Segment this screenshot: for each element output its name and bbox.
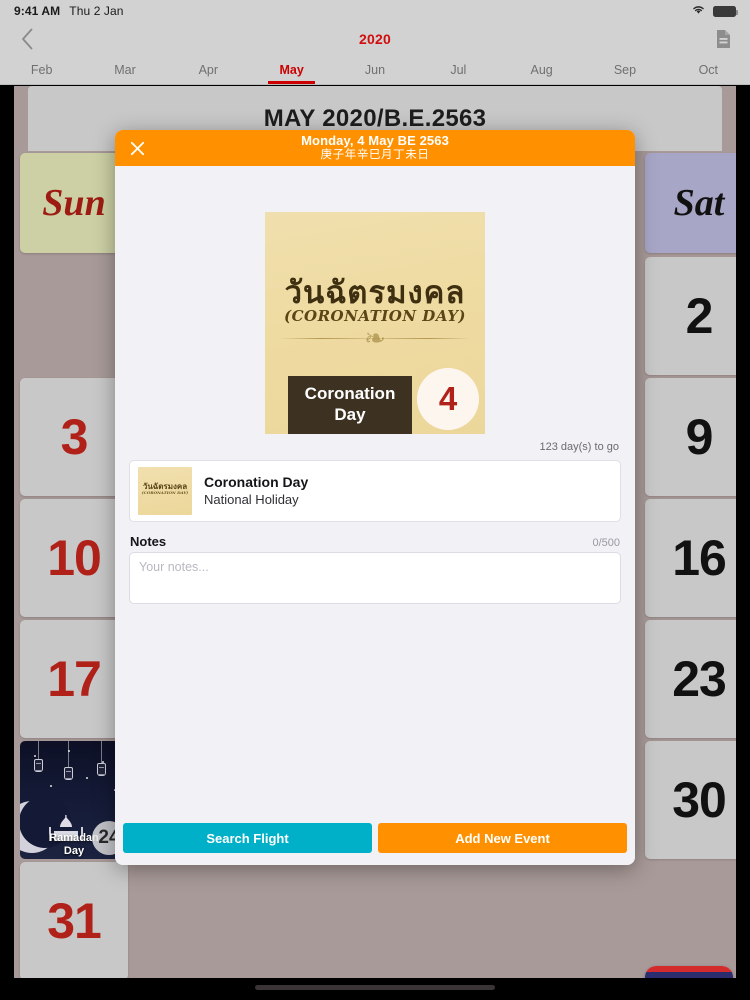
back-button[interactable] (14, 26, 40, 52)
month-tab-sep[interactable]: Sep (583, 55, 666, 84)
day-cell-sun-24-ramadan[interactable]: Ramadan Day 24 (20, 741, 128, 859)
month-tab-apr[interactable]: Apr (167, 55, 250, 84)
modal-date-gregorian: Monday, 4 May BE 2563 (301, 133, 449, 149)
hero-label: Coronation Day (288, 376, 412, 434)
event-detail-modal: Monday, 4 May BE 2563 庚子年辛巳月丁未日 วันฉัตรม… (115, 130, 635, 865)
event-meta: Coronation Day National Holiday (204, 473, 308, 509)
day-number: 31 (47, 893, 102, 949)
event-hero-image[interactable]: วันฉัตรมงคล (CORONATION DAY) ❧ Coronatio… (265, 212, 485, 434)
month-tab-may[interactable]: May (250, 55, 333, 84)
day-number: 2 (685, 288, 714, 344)
day-cell-sun-17[interactable]: 17 (20, 620, 128, 738)
day-number: 3 (60, 409, 89, 465)
lantern-icon (97, 763, 106, 776)
event-thumbnail: วันฉัตรมงคล (CORONATION DAY) (138, 467, 192, 515)
day-cell-sun-31[interactable]: 31 (20, 862, 128, 978)
modal-body: วันฉัตรมงคล (CORONATION DAY) ❧ Coronatio… (115, 166, 635, 815)
close-icon[interactable] (124, 135, 150, 161)
hero-divider (279, 338, 471, 339)
month-tab-jun[interactable]: Jun (333, 55, 416, 84)
add-new-event-button[interactable]: Add New Event (378, 823, 627, 853)
day-cell-sun-3[interactable]: 3 (20, 378, 128, 496)
watermark-line1: Calendar2U (552, 976, 627, 978)
days-to-go: 123 day(s) to go (539, 441, 620, 453)
status-bar-right (691, 2, 738, 20)
month-tab-jul[interactable]: Jul (417, 55, 500, 84)
modal-header-text: Monday, 4 May BE 2563 庚子年辛巳月丁未日 (301, 134, 449, 161)
event-subtitle: National Holiday (204, 492, 299, 507)
status-time: 9:41 AM (14, 4, 61, 18)
wifi-icon (691, 2, 706, 20)
status-bar: 9:41 AM Thu 2 Jan (0, 0, 750, 22)
day-cell-sat-23[interactable]: 23 (645, 620, 736, 738)
month-tab-mar[interactable]: Mar (83, 55, 166, 84)
modal-date-chinese: 庚子年辛巳月丁未日 (320, 148, 430, 161)
month-tab-bar[interactable]: Feb Mar Apr May Jun Jul Aug Sep Oct (0, 55, 750, 85)
home-indicator[interactable] (255, 985, 495, 990)
day-number: 30 (672, 772, 727, 828)
lantern-icon (34, 759, 43, 772)
modal-header: Monday, 4 May BE 2563 庚子年辛巳月丁未日 (115, 130, 635, 166)
day-cell-sat-30[interactable]: 30 (645, 741, 736, 859)
search-flight-button[interactable]: Search Flight (123, 823, 372, 853)
battery-icon (713, 5, 738, 17)
notes-label: Notes (130, 534, 167, 549)
thai-calendar-card[interactable]: DEC. 5 2U (645, 966, 733, 978)
day-number: 23 (672, 651, 727, 707)
document-icon[interactable] (710, 26, 736, 52)
month-tab-feb[interactable]: Feb (0, 55, 83, 84)
device-screen: 9:41 AM Thu 2 Jan 2020 Feb Mar Apr May J… (0, 0, 750, 1000)
modal-footer: Search Flight Add New Event (115, 815, 635, 865)
day-number: 9 (685, 409, 714, 465)
status-bar-left: 9:41 AM Thu 2 Jan (14, 4, 124, 18)
lantern-icon (64, 767, 73, 780)
notes-counter: 0/500 (592, 537, 620, 549)
day-cell-sat-16[interactable]: 16 (645, 499, 736, 617)
hero-day-badge: 4 (417, 368, 479, 430)
watermark: Calendar2U .com (529, 976, 649, 978)
day-cell-sun-10[interactable]: 10 (20, 499, 128, 617)
notes-header: Notes 0/500 (130, 534, 620, 549)
flag-stripe-blue (645, 972, 733, 978)
day-cell-sat-2[interactable]: 2 (645, 257, 736, 375)
hero-subtitle: (CORONATION DAY) (283, 307, 467, 325)
ramadan-label-line2: Day (63, 844, 85, 857)
dow-header-sun: Sun (20, 153, 128, 253)
month-tab-oct[interactable]: Oct (667, 55, 750, 84)
dow-header-sat: Sat (645, 153, 736, 253)
event-title: Coronation Day (204, 474, 309, 490)
navigation-bar: 2020 (0, 22, 750, 55)
notes-input[interactable]: Your notes... (129, 552, 621, 604)
event-thumb-sub: (CORONATION DAY) (141, 490, 189, 495)
hero-ornament-icon: ❧ (364, 324, 386, 354)
calendar-title: MAY 2020/B.E.2563 (263, 104, 487, 132)
day-number: 17 (47, 651, 102, 707)
year-title: 2020 (359, 30, 391, 47)
month-tab-aug[interactable]: Aug (500, 55, 583, 84)
status-date: Thu 2 Jan (69, 4, 124, 18)
day-number: 16 (672, 530, 727, 586)
day-number: 10 (47, 530, 102, 586)
event-row[interactable]: วันฉัตรมงคล (CORONATION DAY) Coronation … (129, 460, 621, 522)
day-cell-sat-9[interactable]: 9 (645, 378, 736, 496)
